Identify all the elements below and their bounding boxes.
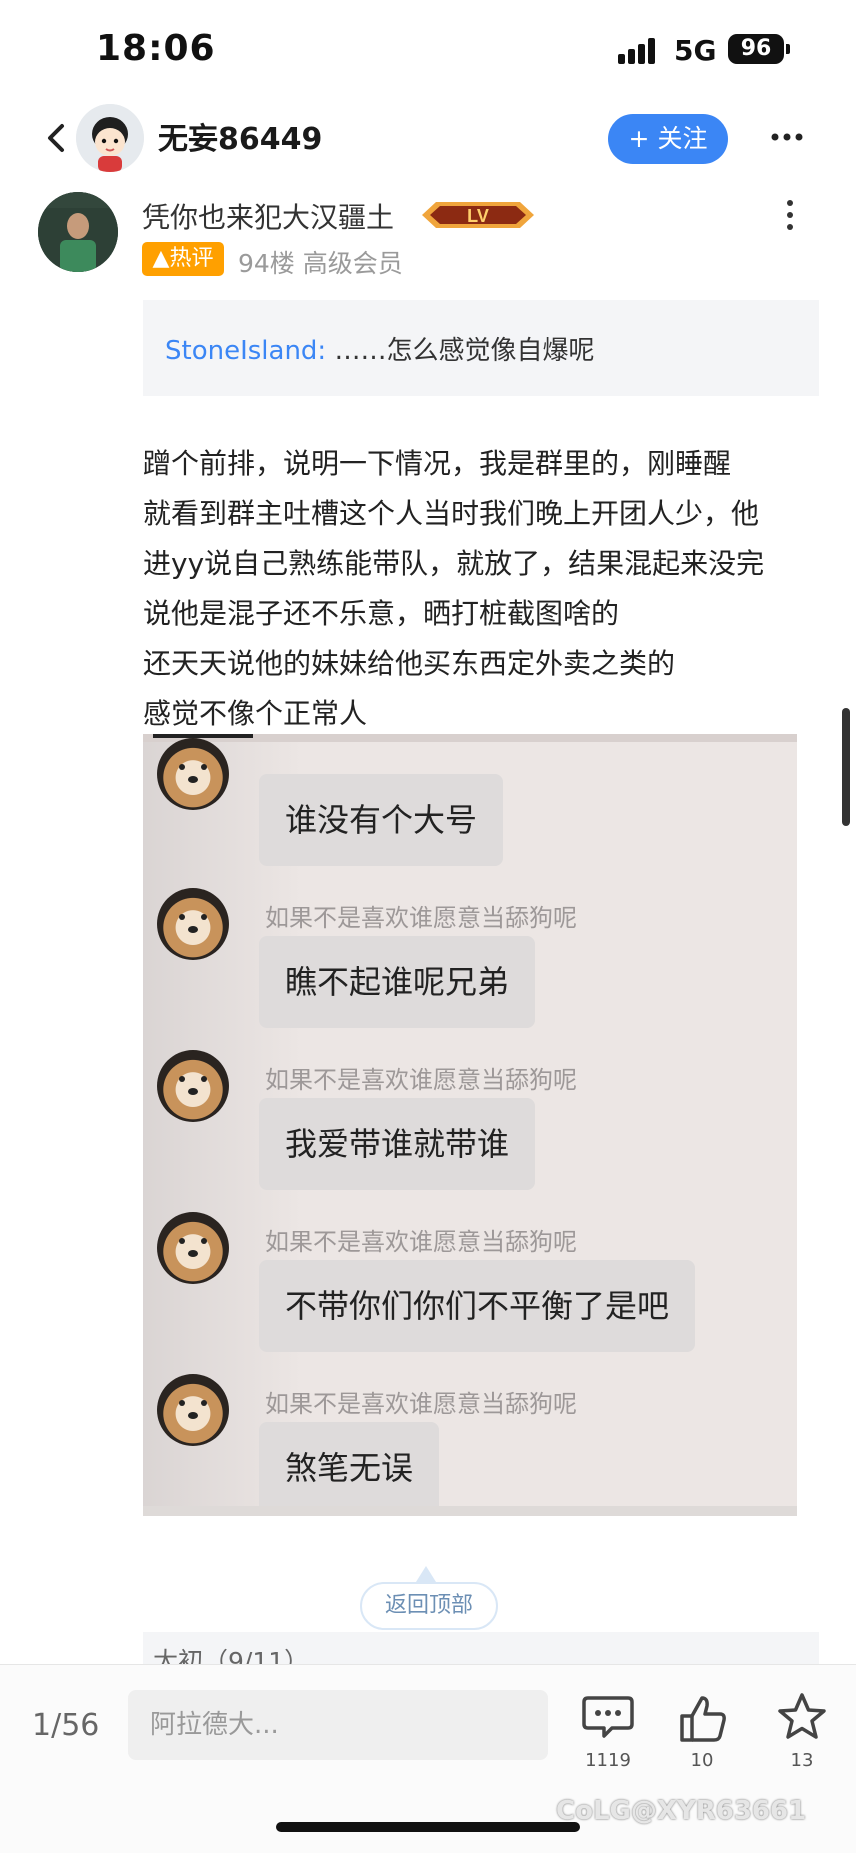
reply-input[interactable] (128, 1690, 548, 1760)
chat-bubble: 谁没有个大号 (259, 774, 504, 866)
quote-user[interactable]: StoneIsland: (165, 336, 326, 366)
post-line: 进yy说自己熟练能带队，就放了，结果混起来没完 (143, 547, 765, 580)
chevron-left-icon[interactable] (40, 118, 72, 158)
chat-avatar (157, 888, 229, 960)
signal-icon (618, 38, 662, 64)
caret-up-icon (416, 1566, 436, 1582)
chat-bubble: 煞笔无误 (259, 1422, 440, 1514)
thumbs-up-icon (680, 1696, 726, 1742)
post-line: 就看到群主吐槽这个人当时我们晚上开团人少，他 (143, 497, 760, 530)
post-line: 说他是混子还不乐意，晒打桩截图啥的 (143, 597, 620, 630)
chat-screenshot-image[interactable]: 谁没有个大号 如果不是喜欢谁愿意当舔狗呢 瞧不起谁呢兄弟 如果不是喜欢谁愿意当舔… (143, 734, 797, 1516)
floor-meta: 94楼 高级会员 (238, 244, 403, 280)
floor-author-name[interactable]: 凭你也来犯大汉疆土 (142, 196, 394, 236)
comment-icon (582, 1696, 634, 1738)
scroll-indicator[interactable] (842, 708, 850, 826)
comments-action[interactable]: 1119 (578, 1690, 638, 1771)
chat-avatar (157, 738, 229, 810)
chat-avatar (157, 1212, 229, 1284)
level-badge-icon: LV (422, 202, 534, 228)
chat-avatar (157, 1374, 229, 1446)
quote-content: ……怎么感觉像自爆呢 (334, 336, 595, 366)
chat-sender: 如果不是喜欢谁愿意当舔狗呢 (265, 1066, 577, 1094)
floor-author-avatar[interactable] (38, 192, 118, 272)
back-to-top-button[interactable]: 返回顶部 (360, 1582, 498, 1630)
flame-icon: ▲ (152, 246, 170, 271)
chat-bubble: 瞧不起谁呢兄弟 (259, 936, 536, 1028)
more-dots-icon[interactable] (770, 122, 804, 152)
favorite-action[interactable]: 13 (772, 1690, 832, 1771)
image-top-tab (153, 734, 253, 738)
post-line: 还天天说他的妹妹给他买东西定外卖之类的 (143, 647, 676, 680)
battery-icon: 96 (728, 34, 784, 64)
post-line: 感觉不像个正常人 (143, 697, 368, 730)
level-badge-text: LV (467, 206, 489, 226)
quote-text-row: StoneIsland: ……怎么感觉像自爆呢 (165, 330, 594, 367)
floor-number: 94楼 (238, 249, 295, 278)
member-level: 高级会员 (302, 249, 403, 278)
like-action[interactable]: 10 (672, 1690, 732, 1771)
hot-comment-label: 热评 (169, 246, 214, 271)
hot-comment-badge: ▲热评 (142, 242, 224, 276)
kebab-menu-icon[interactable] (780, 200, 800, 240)
home-indicator[interactable] (276, 1822, 580, 1832)
page-indicator[interactable]: 1/56 (32, 1708, 99, 1743)
battery-tip (786, 44, 790, 54)
post-line: 蹭个前排，说明一下情况，我是群里的，刚睡醒 (143, 447, 732, 480)
star-icon (778, 1693, 826, 1739)
quoted-reply[interactable]: StoneIsland: ……怎么感觉像自爆呢 (143, 300, 819, 396)
comments-count: 1119 (585, 1750, 631, 1771)
chat-sender: 如果不是喜欢谁愿意当舔狗呢 (265, 1228, 577, 1256)
stars-count: 13 (790, 1750, 814, 1771)
image-bottom-border (143, 1506, 797, 1516)
username[interactable]: 无妄86449 (158, 114, 322, 158)
status-time: 18:06 (96, 28, 216, 69)
chat-avatar (157, 1050, 229, 1122)
user-avatar[interactable] (76, 104, 144, 172)
chat-bubble: 我爱带谁就带谁 (259, 1098, 536, 1190)
follow-button[interactable]: + 关注 (608, 114, 728, 164)
likes-count: 10 (690, 1750, 714, 1771)
network-type: 5G (674, 34, 717, 67)
chat-sender: 如果不是喜欢谁愿意当舔狗呢 (265, 904, 577, 932)
watermark: CoLG@XYR63661 (556, 1796, 807, 1826)
chat-bubble: 不带你们你们不平衡了是吧 (259, 1260, 696, 1352)
chat-sender: 如果不是喜欢谁愿意当舔狗呢 (265, 1390, 577, 1418)
